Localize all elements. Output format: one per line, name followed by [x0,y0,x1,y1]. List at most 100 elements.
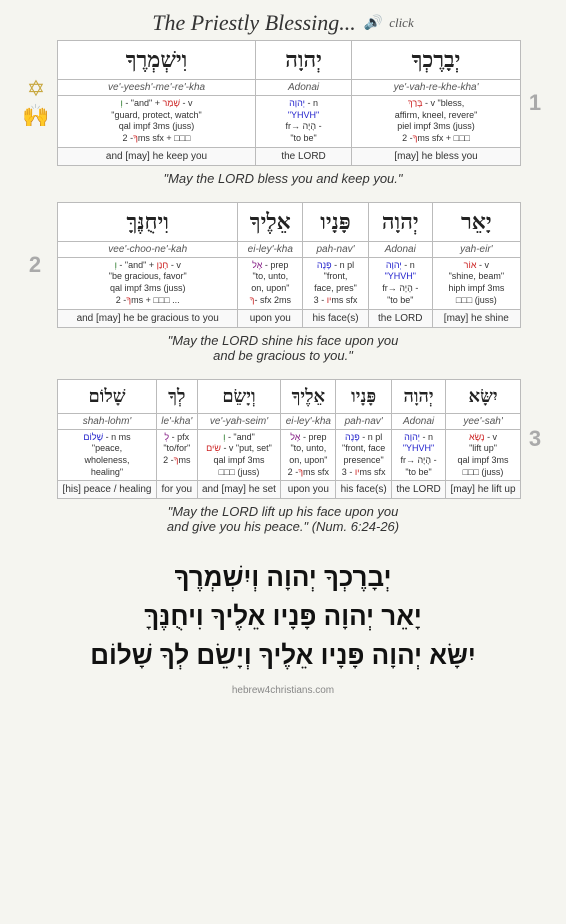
hebrew-word-1-1: יְבָרֶכְךָ [356,43,516,77]
hw-3-6: יְהוָה [396,382,441,411]
en-2-4: the LORD [368,309,432,327]
section-number-1: 1 [529,90,543,116]
tr-2-3: pah-nav' [303,241,369,257]
gr-3-1: שָׁלוֹם - n ms "peace, wholeness, healin… [58,429,157,481]
right-num-1: 1 [521,40,551,166]
hw-3-3: וְיָשֵׂם [202,382,277,411]
tr-3-5: pah-nav' [336,413,392,429]
tr-2-5: yah-eir' [432,241,520,257]
translit-1-3: ve'-yeesh'-me'-re'-kha [58,80,256,96]
tr-3-1: shah-lohm' [58,413,157,429]
tr-3-2: le'-kha' [157,413,198,429]
hw-3-4: אֵלֶיךָ [285,382,331,411]
left-num-2: 2 [15,202,57,328]
quote-1: "May the LORD bless you and keep you." [158,171,407,186]
hw-3-2: לְךָ [161,382,193,411]
grammar-row-1: וְ - "and" + שָׁמַר - v "guard, protect,… [58,96,521,148]
gr-2-4: יְהוָה - n "YHVH" fr→ הָיָה - "to be" [368,257,432,309]
footer: hebrew4christians.com [232,685,334,696]
english-1-3: and [may] he keep you [58,147,256,165]
hebrew-row-1: וִישְׁמְרֶךָ יְהוָה יְבָרֶכְךָ [58,41,521,80]
translit-1-1: ye'-vah-re-khe-kha' [352,80,521,96]
hebrew-word-1-3: וִישְׁמְרֶךָ [62,43,251,77]
blessing-2-section: 2 וִיחֻנֶּךָּ אֵלֶיךָ פָּנָיו יְהוָה יָא… [15,202,551,371]
blessing-1-table-wrapper: וִישְׁמְרֶךָ יְהוָה יְבָרֶכְךָ ve'-yeesh… [57,40,521,166]
en-3-5: his face(s) [336,481,392,499]
gr-3-2: לְ - pfx "to/for" ךָ- 2ms [157,429,198,481]
en-3-2: for you [157,481,198,499]
click-label: click [389,15,414,31]
hebrew-row-2: וִיחֻנֶּךָּ אֵלֶיךָ פָּנָיו יְהוָה יָאֵר [58,202,521,241]
hw-3-5: פָּנָיו [340,382,387,411]
final-hebrew-line-3: יִשָּׂא יְהוָה פָּנָיו אֵלֶיךָ וְיָשֵׂם … [90,636,475,675]
gr-2-2: אֶל - prep "to, unto, on, upon" ךָ- sfx … [238,257,303,309]
tr-3-7: yee'-sah' [446,413,521,429]
section-number-2: 2 [29,252,43,278]
gr-3-4: אֶל - prep "to, unto, on, upon" ךָ- 2ms … [281,429,336,481]
en-3-7: [may] he lift up [446,481,521,499]
translit-row-2: vee'-choo-ne'-kah ei-ley'-kha pah-nav' A… [58,241,521,257]
hw-2-2: אֵלֶיךָ [242,205,298,239]
section-number-3: 3 [529,426,543,452]
gr-3-7: נָשָׂא - v "lift up" qal impf 3ms □□□ (j… [446,429,521,481]
tr-2-2: ei-ley'-kha [238,241,303,257]
en-2-1: and [may] he be gracious to you [58,309,238,327]
translit-row-1: ve'-yeesh'-me'-re'-kha Adonai ye'-vah-re… [58,80,521,96]
hw-2-5: יָאֵר [437,205,516,239]
blessing-3-table-wrapper: שָׁלוֹם לְךָ וְיָשֵׂם אֵלֶיךָ פָּנָיו יְ… [57,379,521,500]
blessing-2-table: וִיחֻנֶּךָּ אֵלֶיךָ פָּנָיו יְהוָה יָאֵר… [57,202,521,328]
en-3-1: [his] peace / healing [58,481,157,499]
hw-2-3: פָּנָיו [307,205,364,239]
en-2-2: upon you [238,309,303,327]
grammar-1-1: בָּרַךְ - v "bless, affirm, kneel, rever… [352,96,521,148]
left-star-1: ✡🙌 [15,40,57,166]
quote-2: "May the LORD shine his face upon you an… [163,333,404,363]
translit-row-3: shah-lohm' le'-kha' ve'-yah-seim' ei-ley… [58,413,521,429]
hebrew-row-3: שָׁלוֹם לְךָ וְיָשֵׂם אֵלֶיךָ פָּנָיו יְ… [58,379,521,413]
hw-3-1: שָׁלוֹם [62,382,152,411]
blessing-3-section: שָׁלוֹם לְךָ וְיָשֵׂם אֵלֶיךָ פָּנָיו יְ… [15,379,551,543]
english-row-3: [his] peace / healing for you and [may] … [58,481,521,499]
sound-icon[interactable]: 🔊 [364,15,381,32]
gr-3-6: יְהוָה - n "YHVH" fr→ הָיָה - "to be" [392,429,446,481]
hebrew-word-1-2: יְהוָה [260,43,347,77]
final-hebrew-block: יְבָרֶכְךָ יְהוָה וְיִשְׁמְרֶךָ יָאֵר יְ… [80,558,485,675]
tr-3-6: Adonai [392,413,446,429]
blessing-1-table: וִישְׁמְרֶךָ יְהוָה יְבָרֶכְךָ ve'-yeesh… [57,40,521,166]
grammar-1-2: יְהוָה - n "YHVH" fr→ הָיָה - "to be" [256,96,352,148]
english-1-1: [may] he bless you [352,147,521,165]
hw-3-7: יִשָּׂא [450,382,516,411]
gr-3-3: וְ - "and" שִׂים - v "put, set" qal impf… [197,429,281,481]
grammar-row-3: שָׁלוֹם - n ms "peace, wholeness, healin… [58,429,521,481]
en-3-3: and [may] he set [197,481,281,499]
grammar-1-3: וְ - "and" + שָׁמַר - v "guard, protect,… [58,96,256,148]
tr-2-1: vee'-choo-ne'-kah [58,241,238,257]
page-title: The Priestly Blessing... 🔊 click [152,10,413,36]
translit-1-2: Adonai [256,80,352,96]
blessing-1-section: ✡🙌 וִישְׁמְרֶךָ יְהוָה יְבָרֶכְךָ ve'-ye… [15,40,551,194]
en-3-4: upon you [281,481,336,499]
tr-2-4: Adonai [368,241,432,257]
right-star-2 [521,202,551,328]
en-3-6: the LORD [392,481,446,499]
final-hebrew-line-2: יָאֵר יְהוָה פָּנָיו אֵלֶיךָ וִיחֻנֶּךָּ [90,597,475,636]
en-2-5: [may] he shine [432,309,520,327]
tr-3-3: ve'-yah-seim' [197,413,281,429]
hw-2-1: וִיחֻנֶּךָּ [62,205,233,239]
quote-3: "May the LORD lift up his face upon you … [162,504,404,534]
gr-3-5: פָּנֶה - n pl "front, face presence" יו … [336,429,392,481]
tr-3-4: ei-ley'-kha [281,413,336,429]
hw-2-4: יְהוָה [373,205,428,239]
english-row-1: and [may] he keep you the LORD [may] he … [58,147,521,165]
gr-2-3: פָּנֶה - n pl "front, face, pres" יו - 3… [303,257,369,309]
english-1-2: the LORD [256,147,352,165]
grammar-row-2: וְ - "and" + חָנַן - v "be gracious, fav… [58,257,521,309]
blessing-3-table: שָׁלוֹם לְךָ וְיָשֵׂם אֵלֶיךָ פָּנָיו יְ… [57,379,521,500]
final-hebrew-line-1: יְבָרֶכְךָ יְהוָה וְיִשְׁמְרֶךָ [90,558,475,597]
gr-2-5: אוֹר - v "shine, beam" hiph impf 3ms □□□… [432,257,520,309]
left-deco-3 [15,379,57,500]
english-row-2: and [may] he be gracious to you upon you… [58,309,521,327]
en-2-3: his face(s) [303,309,369,327]
blessing-2-table-wrapper: וִיחֻנֶּךָּ אֵלֶיךָ פָּנָיו יְהוָה יָאֵר… [57,202,521,328]
right-num-3: 3 [521,379,551,500]
